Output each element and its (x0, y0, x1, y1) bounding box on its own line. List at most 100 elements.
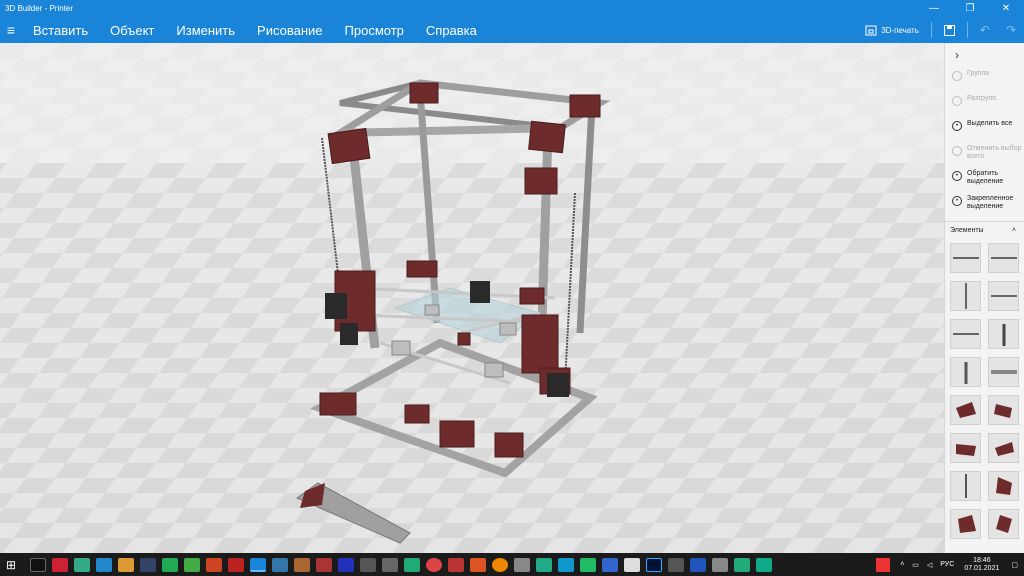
group-label: Группа (967, 70, 990, 77)
app-icon[interactable] (118, 557, 134, 572)
app-icon[interactable] (184, 557, 200, 572)
network-icon[interactable]: ▭ (908, 561, 923, 569)
menu-paint[interactable]: Рисование (246, 23, 333, 38)
menu-insert[interactable]: Вставить (22, 23, 99, 38)
app-icon[interactable] (338, 557, 354, 572)
redo-button[interactable]: ↷ (998, 17, 1024, 43)
ungroup-icon (952, 96, 962, 106)
invert-selection-icon: • (952, 171, 962, 181)
select-all-command[interactable]: • Выделить все (945, 117, 1024, 142)
print-3d-button[interactable]: 3D-печать (857, 17, 927, 43)
close-button[interactable]: ✕ (988, 0, 1024, 17)
app-icon[interactable] (272, 557, 288, 572)
blender-icon[interactable] (492, 557, 508, 572)
app-icon[interactable] (756, 557, 772, 572)
window-title: 3D Builder - Printer (5, 4, 74, 13)
ungroup-command[interactable]: Разгрупп. (945, 92, 1024, 117)
bluetooth-icon[interactable] (690, 557, 706, 572)
element-thumbnail[interactable] (988, 471, 1019, 501)
app-tray-icon[interactable] (876, 557, 891, 572)
invert-selection-label: Обратить выделение (967, 170, 1004, 185)
title-bar: 3D Builder - Printer — ❐ ✕ (0, 0, 1024, 17)
scene-canvas[interactable] (0, 43, 944, 553)
photoshop-icon[interactable] (646, 557, 662, 572)
hamburger-menu-icon[interactable]: ≡ (0, 22, 22, 38)
element-thumbnail[interactable] (950, 319, 981, 349)
select-all-icon: • (952, 121, 962, 131)
app-icon[interactable] (360, 557, 376, 572)
clock[interactable]: 18:46 07.01.2021 (958, 557, 1005, 573)
app-icon[interactable] (206, 557, 222, 572)
app-icon[interactable] (294, 557, 310, 572)
element-thumbnail[interactable] (988, 433, 1019, 463)
start-windows-icon[interactable]: ⊞ (6, 558, 24, 572)
volume-icon[interactable]: ◁ (923, 561, 936, 569)
undo-button[interactable]: ↶ (972, 17, 998, 43)
app-icon[interactable] (52, 557, 68, 572)
deselect-all-command[interactable]: Отменить выбор всего (945, 142, 1024, 167)
ungroup-label: Разгрупп. (967, 95, 998, 102)
chevron-up-icon[interactable]: ˄ (896, 561, 908, 568)
element-thumbnail[interactable] (988, 509, 1019, 539)
app-icon[interactable] (624, 557, 640, 572)
app-icon[interactable] (162, 557, 178, 572)
menu-bar: ≡ Вставить Объект Изменить Рисование Про… (0, 17, 1024, 43)
printer-icon (865, 25, 877, 35)
app-icon[interactable] (734, 557, 750, 572)
app-icon[interactable] (96, 557, 112, 572)
group-command[interactable]: Группа (945, 67, 1024, 92)
menu-object[interactable]: Объект (99, 23, 165, 38)
app-icon[interactable] (404, 557, 420, 572)
app-icon[interactable] (602, 557, 618, 572)
element-thumbnail[interactable] (950, 281, 981, 311)
element-thumbnail[interactable] (988, 281, 1019, 311)
system-tray: ˄ ▭ ◁ РУС 18:46 07.01.2021 ▢ (876, 553, 1024, 576)
redo-icon: ↷ (1005, 23, 1016, 37)
app-icon[interactable] (558, 557, 574, 572)
element-thumbnail[interactable] (988, 395, 1019, 425)
sticky-selection-command[interactable]: • Закрепленное выделение (945, 192, 1024, 217)
save-button[interactable] (936, 17, 963, 43)
3d-builder-taskbar-icon[interactable] (250, 557, 266, 572)
save-floppy-icon[interactable] (140, 557, 156, 572)
app-icon[interactable] (316, 557, 332, 572)
minimize-button[interactable]: — (916, 0, 952, 17)
menu-help[interactable]: Справка (415, 23, 488, 38)
element-thumbnail[interactable] (988, 243, 1019, 273)
chrome-icon[interactable] (426, 557, 442, 572)
terminal-icon[interactable] (30, 557, 46, 572)
menu-view[interactable]: Просмотр (334, 23, 415, 38)
app-icon[interactable] (382, 557, 398, 572)
element-thumbnail[interactable] (950, 243, 981, 273)
element-thumbnail[interactable] (950, 471, 981, 501)
element-thumbnail[interactable] (950, 433, 981, 463)
deselect-all-icon (952, 146, 962, 156)
element-thumbnail[interactable] (950, 509, 981, 539)
element-thumbnail[interactable] (950, 357, 981, 387)
app-window: 3D Builder - Printer — ❐ ✕ ≡ Вставить Об… (0, 0, 1024, 576)
invert-selection-command[interactable]: • Обратить выделение (945, 167, 1024, 192)
input-language[interactable]: РУС (936, 561, 958, 568)
menu-edit[interactable]: Изменить (165, 23, 246, 38)
notifications-icon[interactable]: ▢ (1005, 561, 1024, 569)
app-icon[interactable] (580, 557, 596, 572)
right-panel: › Группа Разгрупп. • Выделить все Отмени… (944, 43, 1024, 553)
app-icon[interactable] (470, 557, 486, 572)
maximize-button[interactable]: ❐ (952, 0, 988, 17)
app-icon[interactable] (448, 557, 464, 572)
app-icon[interactable] (536, 557, 552, 572)
deselect-all-label: Отменить выбор всего (967, 145, 1022, 160)
element-thumbnail[interactable] (988, 357, 1019, 387)
app-icon[interactable] (74, 557, 90, 572)
undo-icon: ↶ (979, 23, 990, 37)
app-icon[interactable] (514, 557, 530, 572)
element-thumbnail[interactable] (950, 395, 981, 425)
elements-section-header[interactable]: Элементы ˄ (945, 221, 1024, 239)
collapse-panel-chevron-icon[interactable]: › (945, 43, 1024, 67)
element-thumbnail[interactable] (988, 319, 1019, 349)
app-icon[interactable] (228, 557, 244, 572)
app-icon[interactable] (712, 557, 728, 572)
print-3d-label: 3D-печать (881, 25, 919, 35)
3d-viewport[interactable] (0, 43, 944, 553)
app-icon[interactable] (668, 557, 684, 572)
